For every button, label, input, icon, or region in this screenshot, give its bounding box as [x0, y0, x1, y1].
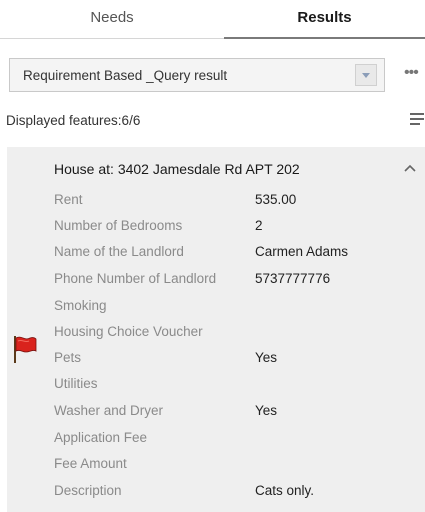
- tab-needs[interactable]: Needs: [0, 0, 224, 39]
- attr-label: Utilities: [54, 376, 98, 391]
- attr-label: Phone Number of Landlord: [54, 271, 217, 286]
- attr-value: Cats only.: [255, 483, 315, 498]
- attr-label: Pets: [54, 350, 82, 365]
- attr-label: Fee Amount: [54, 456, 127, 471]
- attr-value: 5737777776: [255, 271, 331, 286]
- attr-label: Application Fee: [54, 430, 148, 445]
- list-icon[interactable]: [410, 111, 425, 129]
- attr-value: Yes: [255, 403, 278, 418]
- attr-label: Name of the Landlord: [54, 244, 184, 259]
- displayed-features-count: Displayed features:6/6: [6, 113, 141, 128]
- feature-panel: House at: 3402 Jamesdale Rd APT 202 Rent…: [7, 147, 425, 512]
- attr-label: Washer and Dryer: [54, 403, 164, 418]
- query-select-value: Requirement Based _Query result: [23, 68, 228, 83]
- chevron-up-icon[interactable]: [402, 161, 418, 175]
- attr-label: Description: [54, 483, 122, 498]
- tab-results[interactable]: Results: [224, 0, 425, 39]
- tab-bar: Needs Results: [0, 0, 425, 40]
- flag-icon: [14, 336, 37, 363]
- attr-value: 535.00: [255, 192, 297, 207]
- attr-label: Smoking: [54, 298, 107, 313]
- query-select[interactable]: Requirement Based _Query result: [9, 58, 385, 92]
- attr-value: Yes: [255, 350, 278, 365]
- attr-value: 2: [255, 218, 263, 233]
- attr-label: Housing Choice Voucher: [54, 324, 203, 339]
- chevron-down-icon[interactable]: [355, 64, 377, 86]
- attr-value: Carmen Adams: [255, 244, 349, 259]
- more-icon[interactable]: •••: [404, 64, 425, 84]
- feature-title: House at: 3402 Jamesdale Rd APT 202: [54, 161, 300, 177]
- attr-label: Number of Bedrooms: [54, 218, 183, 233]
- attr-label: Rent: [54, 192, 83, 207]
